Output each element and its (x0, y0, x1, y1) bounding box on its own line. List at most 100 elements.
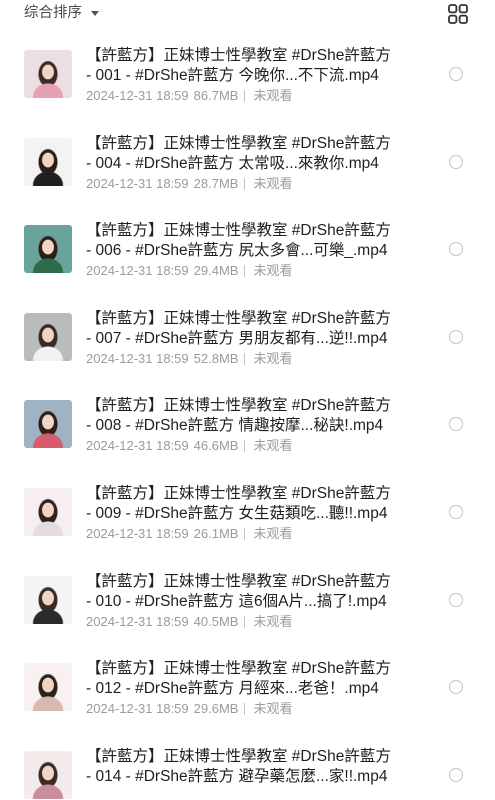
file-size: 29.6MB (193, 701, 239, 717)
file-date: 2024-12-31 18:59 (86, 438, 189, 454)
file-size: 40.5MB (193, 613, 239, 629)
file-name-line: - 010 - #DrShe許藍方 這6個A片...搞了!.mp4 (86, 592, 387, 610)
file-row[interactable]: 【許藍方】正妹博士性學教室 #DrShe許藍方 - 001 - #DrShe許藍… (0, 30, 495, 118)
watch-status: 未观看 (253, 88, 293, 103)
meta-divider (244, 615, 246, 628)
file-row[interactable]: 【許藍方】正妹博士性學教室 #DrShe許藍方 - 009 - #DrShe許藍… (0, 468, 495, 556)
watch-status: 未观看 (253, 613, 293, 629)
meta-divider (244, 352, 246, 365)
video-thumbnail (24, 312, 72, 361)
file-name-line: 【許藍方】正妹博士性學教室 #DrShe許藍方 (86, 309, 391, 327)
file-name: 【許藍方】正妹博士性學教室 #DrShe許藍方 - 006 - #DrShe許藍… (86, 221, 432, 261)
file-date: 2024-12-31 18:59 (86, 525, 189, 541)
file-size: 28.7MB (193, 175, 239, 191)
file-name-line: - 008 - #DrShe許藍方 情趣按摩...秘訣!.mp4 (86, 417, 384, 435)
file-date: 2024-12-31 18:59 (86, 175, 189, 191)
watch-status: 未观看 (253, 438, 293, 454)
meta-divider (244, 703, 246, 716)
file-size: 46.6MB (193, 438, 239, 454)
file-list[interactable]: 【許藍方】正妹博士性學教室 #DrShe許藍方 - 001 - #DrShe許藍… (0, 30, 495, 800)
file-row[interactable]: 【許藍方】正妹博士性學教室 #DrShe許藍方 - 010 - #DrShe許藍… (0, 556, 495, 644)
select-radio[interactable] (449, 680, 463, 695)
select-radio[interactable] (449, 417, 463, 432)
file-name-line: - 006 - #DrShe許藍方 尻太多會...可樂_.mp4 (86, 242, 388, 260)
video-thumbnail (24, 663, 72, 712)
file-size: 26.1MB (193, 525, 239, 541)
file-name-line: 【許藍方】正妹博士性學教室 #DrShe許藍方 (86, 747, 391, 765)
file-name-line: 【許藍方】正妹博士性學教室 #DrShe許藍方 (86, 47, 391, 64)
sort-label: 综合排序 (24, 5, 82, 21)
file-name: 【許藍方】正妹博士性學教室 #DrShe許藍方 - 009 - #DrShe許藍… (86, 484, 432, 524)
meta-divider (244, 440, 246, 453)
file-name: 【許藍方】正妹博士性學教室 #DrShe許藍方 - 014 - #DrShe許藍… (86, 747, 432, 787)
video-thumbnail (24, 750, 72, 799)
file-name-line: 【許藍方】正妹博士性學教室 #DrShe許藍方 (86, 134, 391, 152)
file-name-line: - 004 - #DrShe許藍方 太常吸...來教你.mp4 (86, 154, 379, 172)
sort-dropdown-button[interactable]: 综合排序 (24, 3, 99, 23)
select-radio[interactable] (449, 767, 463, 782)
file-size: 86.7MB (193, 88, 239, 103)
file-name-line: - 009 - #DrShe許藍方 女生菇類吃...聽!!.mp4 (86, 504, 388, 522)
file-date: 2024-12-31 18:59 (86, 613, 189, 629)
select-radio[interactable] (449, 67, 463, 81)
file-name-line: 【許藍方】正妹博士性學教室 #DrShe許藍方 (86, 572, 391, 590)
select-radio[interactable] (449, 329, 463, 344)
file-row[interactable]: 【許藍方】正妹博士性學教室 #DrShe許藍方 - 008 - #DrShe許藍… (0, 380, 495, 468)
select-radio[interactable] (449, 592, 463, 607)
video-thumbnail (24, 487, 72, 536)
file-name: 【許藍方】正妹博士性學教室 #DrShe許藍方 - 012 - #DrShe許藍… (86, 659, 432, 699)
file-name: 【許藍方】正妹博士性學教室 #DrShe許藍方 - 010 - #DrShe許藍… (86, 572, 432, 612)
file-meta: 2024-12-31 18:59 46.6MB 未观看 (86, 437, 432, 455)
file-name: 【許藍方】正妹博士性學教室 #DrShe許藍方 - 004 - #DrShe許藍… (86, 134, 432, 174)
grid-view-button[interactable] (448, 4, 468, 24)
file-size: 52.8MB (193, 350, 239, 366)
file-row[interactable]: 【許藍方】正妹博士性學教室 #DrShe許藍方 - 004 - #DrShe許藍… (0, 118, 495, 206)
select-radio[interactable] (449, 242, 463, 257)
file-meta: 2024-12-31 18:59 52.8MB 未观看 (86, 350, 432, 368)
file-name: 【許藍方】正妹博士性學教室 #DrShe許藍方 - 008 - #DrShe許藍… (86, 396, 432, 436)
file-meta: 2024-12-31 18:59 86.7MB 未观看 (86, 87, 432, 105)
caret-down-icon (91, 11, 99, 16)
file-date: 2024-12-31 18:59 (86, 88, 189, 103)
video-thumbnail (24, 225, 72, 274)
meta-divider (244, 265, 246, 278)
file-date: 2024-12-31 18:59 (86, 350, 189, 366)
file-row[interactable]: 【許藍方】正妹博士性學教室 #DrShe許藍方 - 006 - #DrShe許藍… (0, 205, 495, 293)
file-name: 【許藍方】正妹博士性學教室 #DrShe許藍方 - 001 - #DrShe許藍… (86, 46, 432, 86)
file-name-line: - 014 - #DrShe許藍方 避孕藥怎麼...家!!.mp4 (86, 767, 388, 785)
file-name-line: 【許藍方】正妹博士性學教室 #DrShe許藍方 (86, 660, 391, 678)
file-date: 2024-12-31 18:59 (86, 701, 189, 717)
file-name-line: 【許藍方】正妹博士性學教室 #DrShe許藍方 (86, 397, 391, 415)
watch-status: 未观看 (253, 701, 293, 717)
select-radio[interactable] (449, 504, 463, 519)
file-meta: 2024-12-31 18:59 29.4MB 未观看 (86, 262, 432, 280)
file-name-line: 【許藍方】正妹博士性學教室 #DrShe許藍方 (86, 484, 391, 502)
file-name: 【許藍方】正妹博士性學教室 #DrShe許藍方 - 007 - #DrShe許藍… (86, 309, 432, 349)
file-row[interactable]: 【許藍方】正妹博士性學教室 #DrShe許藍方 - 014 - #DrShe許藍… (0, 731, 495, 800)
watch-status: 未观看 (253, 350, 293, 366)
file-meta: 2024-12-31 18:59 40.5MB 未观看 (86, 613, 432, 631)
select-radio[interactable] (449, 154, 463, 169)
file-row[interactable]: 【許藍方】正妹博士性學教室 #DrShe許藍方 - 012 - #DrShe許藍… (0, 643, 495, 731)
watch-status: 未观看 (253, 525, 293, 541)
file-name-line: - 012 - #DrShe許藍方 月經來...老爸！.mp4 (86, 680, 379, 698)
file-meta: 2024-12-31 18:59 26.1MB 未观看 (86, 525, 432, 543)
file-row[interactable]: 【許藍方】正妹博士性學教室 #DrShe許藍方 - 007 - #DrShe許藍… (0, 293, 495, 381)
file-name-line: - 001 - #DrShe許藍方 今晚你...不下流.mp4 (86, 67, 379, 84)
watch-status: 未观看 (253, 263, 293, 279)
watch-status: 未观看 (253, 175, 293, 191)
video-thumbnail (24, 400, 72, 449)
meta-divider (244, 527, 246, 540)
meta-divider (244, 177, 246, 190)
video-thumbnail (24, 137, 72, 186)
grid-view-icon (448, 4, 468, 24)
file-size: 29.4MB (193, 263, 239, 279)
file-date: 2024-12-31 18:59 (86, 263, 189, 279)
meta-divider (244, 90, 246, 102)
file-meta: 2024-12-31 18:59 28.7MB 未观看 (86, 175, 432, 193)
video-thumbnail (24, 50, 72, 98)
file-name-line: 【許藍方】正妹博士性學教室 #DrShe許藍方 (86, 222, 391, 240)
file-meta: 2024-12-31 18:59 29.6MB 未观看 (86, 700, 432, 718)
list-toolbar: 综合排序 (0, 0, 495, 30)
video-thumbnail (24, 575, 72, 624)
